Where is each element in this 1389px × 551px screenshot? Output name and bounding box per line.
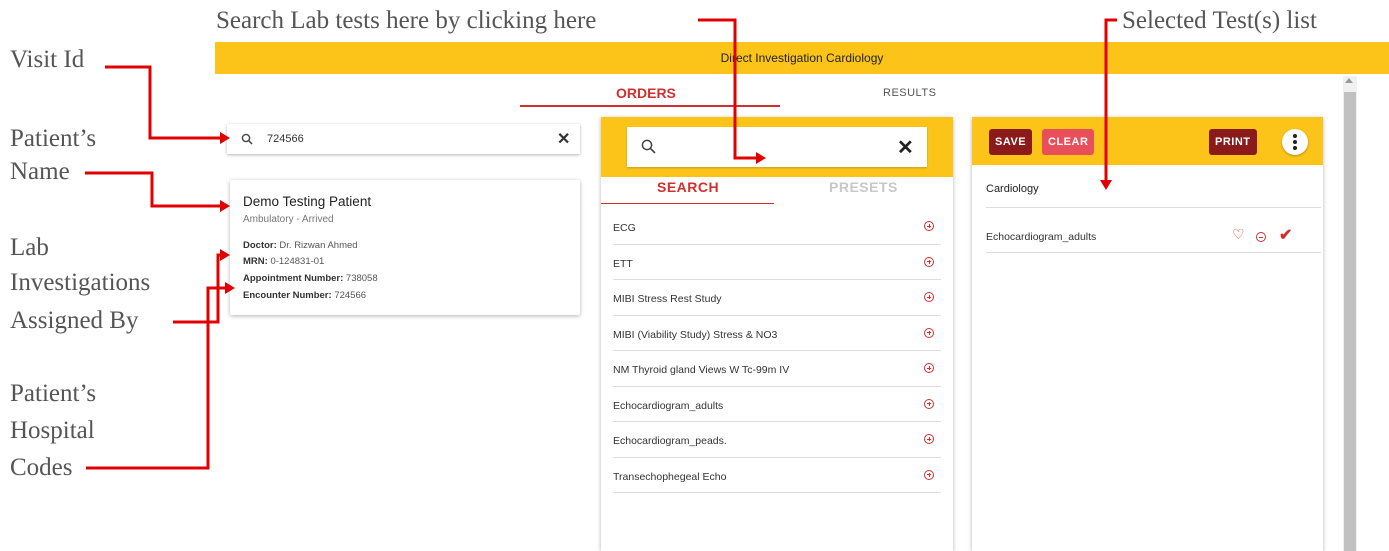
appointment-label: Appointment Number: bbox=[243, 273, 344, 284]
encounter-value: 724566 bbox=[334, 290, 367, 301]
annotation-visit-id: Visit Id bbox=[10, 46, 85, 73]
add-circle-icon[interactable] bbox=[924, 398, 934, 409]
selected-test-label: Echocardiogram_adults bbox=[986, 231, 1097, 243]
test-label: NM Thyroid gland Views W Tc-99m IV bbox=[613, 364, 790, 376]
mrn-label: MRN: bbox=[243, 256, 268, 267]
annotation-patient-name-1: Patient’s bbox=[10, 125, 97, 152]
list-item[interactable]: Echocardiogram_peads. bbox=[613, 422, 941, 458]
more-options-icon[interactable] bbox=[1282, 129, 1308, 155]
mrn-value: 0-124831-01 bbox=[270, 256, 325, 267]
selected-test-row: Echocardiogram_adults ♡ ✔ bbox=[986, 217, 1321, 253]
print-button[interactable]: PRINT bbox=[1209, 129, 1257, 155]
tab-results[interactable]: RESULTS bbox=[883, 87, 936, 99]
selected-tests-panel: SAVE CLEAR PRINT Cardiology Echocardiogr… bbox=[972, 117, 1323, 551]
annotation-search-hint: Search Lab tests here by clicking here bbox=[216, 7, 597, 34]
test-search-input[interactable]: ✕ bbox=[627, 127, 927, 167]
test-label: MIBI Stress Rest Study bbox=[613, 293, 722, 305]
patient-encounter: Encounter Number: 724566 bbox=[243, 290, 366, 301]
heart-icon[interactable]: ♡ bbox=[1232, 226, 1245, 243]
doctor-label: Doctor: bbox=[243, 240, 277, 251]
add-circle-icon[interactable] bbox=[924, 292, 934, 302]
tab-search[interactable]: SEARCH bbox=[657, 179, 719, 195]
test-label: Transechophegeal Echo bbox=[613, 470, 727, 483]
search-icon bbox=[241, 133, 253, 145]
add-circle-icon[interactable] bbox=[924, 434, 934, 444]
category-title: Cardiology bbox=[986, 183, 1039, 195]
list-item[interactable]: Echocardiogram_adults bbox=[613, 387, 941, 422]
add-circle-icon[interactable] bbox=[924, 363, 934, 373]
list-item[interactable]: Transechophegeal Echo bbox=[613, 458, 941, 493]
add-circle-icon[interactable] bbox=[924, 256, 934, 267]
visit-search-value: 724566 bbox=[267, 133, 304, 145]
test-label: ECG bbox=[613, 222, 636, 234]
clear-button[interactable]: CLEAR bbox=[1042, 129, 1095, 155]
tab-search-indicator bbox=[601, 203, 774, 204]
annotation-selected-list: Selected Test(s) list bbox=[1122, 7, 1317, 34]
test-list: ECG ETT MIBI Stress Rest Study MIBI (Via… bbox=[601, 209, 941, 493]
add-circle-icon[interactable] bbox=[924, 327, 934, 338]
visit-search-input[interactable]: 724566 ✕ bbox=[227, 124, 580, 154]
list-item[interactable]: ECG bbox=[613, 209, 941, 245]
annotation-codes-2: Hospital bbox=[10, 417, 95, 444]
clear-search-icon[interactable]: ✕ bbox=[557, 129, 570, 149]
search-icon bbox=[641, 139, 656, 154]
test-label: MIBI (Viability Study) Stress & NO3 bbox=[613, 328, 778, 341]
tab-orders-indicator bbox=[520, 105, 780, 107]
patient-mrn: MRN: 0-124831-01 bbox=[243, 256, 324, 267]
annotation-codes-3: Codes bbox=[10, 454, 73, 481]
patient-appointment: Appointment Number: 738058 bbox=[243, 273, 378, 284]
clear-test-search-icon[interactable]: ✕ bbox=[897, 135, 914, 160]
encounter-label: Encounter Number: bbox=[243, 290, 332, 301]
test-label: Echocardiogram_peads. bbox=[613, 435, 727, 447]
test-search-header: ✕ bbox=[601, 117, 953, 177]
remove-circle-icon[interactable] bbox=[1256, 232, 1266, 242]
appointment-value: 738058 bbox=[345, 273, 378, 284]
app-header-bar: Direct Investigation Cardiology bbox=[215, 42, 1389, 74]
patient-status: Ambulatory - Arrived bbox=[243, 214, 334, 225]
patient-name: Demo Testing Patient bbox=[243, 194, 372, 209]
list-item[interactable]: NM Thyroid gland Views W Tc-99m IV bbox=[613, 351, 941, 387]
patient-card: Demo Testing Patient Ambulatory - Arrive… bbox=[230, 180, 580, 315]
test-label: ETT bbox=[613, 257, 633, 270]
doctor-value: Dr. Rizwan Ahmed bbox=[279, 240, 358, 251]
annotation-lab-2: Investigations bbox=[10, 269, 151, 296]
annotation-codes-1: Patient’s bbox=[10, 380, 97, 407]
page-title: Direct Investigation Cardiology bbox=[720, 51, 884, 65]
annotation-patient-name-2: Name bbox=[10, 158, 70, 185]
add-circle-icon[interactable] bbox=[924, 469, 934, 480]
selected-tests-header: SAVE CLEAR PRINT bbox=[972, 117, 1323, 165]
tab-presets[interactable]: PRESETS bbox=[829, 179, 898, 195]
save-button[interactable]: SAVE bbox=[989, 129, 1033, 155]
test-search-panel: ✕ SEARCH PRESETS ECG ETT MIBI Stress Res… bbox=[601, 117, 953, 551]
list-item[interactable]: MIBI Stress Rest Study bbox=[613, 280, 941, 316]
scrollbar-thumb[interactable] bbox=[1344, 92, 1356, 551]
check-icon[interactable]: ✔ bbox=[1279, 225, 1292, 245]
scroll-up-arrow-icon[interactable] bbox=[1345, 78, 1353, 83]
test-label: Echocardiogram_adults bbox=[613, 399, 724, 412]
tab-orders[interactable]: ORDERS bbox=[616, 85, 676, 101]
annotation-lab-3: Assigned By bbox=[10, 307, 139, 334]
list-item[interactable]: ETT bbox=[613, 245, 941, 280]
list-item[interactable]: MIBI (Viability Study) Stress & NO3 bbox=[613, 316, 941, 351]
add-circle-icon[interactable] bbox=[924, 221, 934, 231]
divider bbox=[986, 207, 1321, 208]
patient-doctor: Doctor: Dr. Rizwan Ahmed bbox=[243, 240, 358, 251]
annotation-lab-1: Lab bbox=[10, 234, 49, 261]
